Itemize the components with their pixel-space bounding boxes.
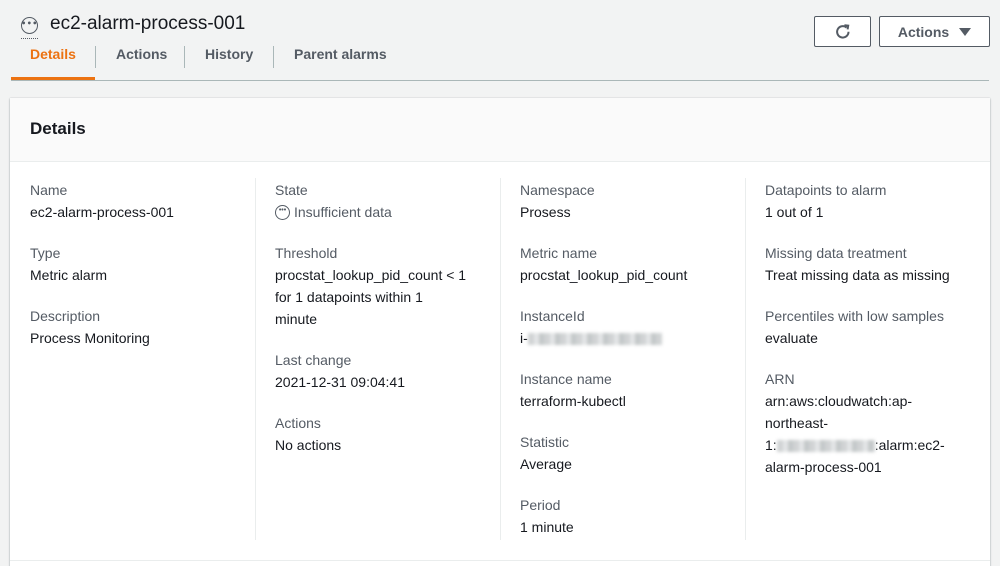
metric-name-field: Metric name procstat_lookup_pid_count	[520, 243, 750, 286]
tab-details[interactable]: Details	[30, 46, 76, 62]
field-label: Datapoints to alarm	[765, 182, 887, 198]
last-change-value: 2021-12-31 09:04:41	[275, 374, 405, 390]
redacted-instance-id	[527, 333, 662, 346]
percentiles-field: Percentiles with low samples evaluate	[765, 306, 995, 349]
threshold-line: procstat_lookup_pid_count < 1	[275, 267, 467, 283]
field-label: Type	[30, 245, 61, 261]
type-value: Metric alarm	[30, 267, 108, 283]
namespace-field: Namespace Prosess	[520, 180, 750, 223]
refresh-icon	[835, 23, 850, 39]
type-field: Type Metric alarm	[30, 243, 260, 286]
field-label: Statistic	[520, 434, 570, 450]
caret-down-icon	[959, 27, 972, 36]
field-label: Period	[520, 497, 561, 513]
active-tab-indicator	[11, 77, 95, 80]
statistic-value: Average	[520, 456, 572, 472]
details-panel: Details Name ec2-alarm-process-001 Type …	[10, 98, 990, 566]
column-divider	[500, 178, 501, 540]
namespace-value: Prosess	[520, 204, 571, 220]
threshold-line: minute	[275, 311, 318, 327]
missing-data-field: Missing data treatment Treat missing dat…	[765, 243, 995, 286]
column-divider	[745, 178, 746, 540]
panel-divider	[10, 560, 990, 561]
state-text: Insufficient data	[294, 204, 392, 220]
page-title: ec2-alarm-process-001	[50, 13, 246, 34]
field-label: Namespace	[520, 182, 595, 198]
field-label: Description	[30, 308, 101, 324]
field-label: Actions	[275, 415, 321, 431]
threshold-line: for 1 datapoints within 1	[275, 289, 423, 305]
field-label: Instance name	[520, 371, 612, 387]
field-label: Percentiles with low samples	[765, 308, 944, 324]
actions-button-label: Actions	[897, 23, 950, 40]
instance-id-prefix: i-	[520, 330, 528, 346]
details-column-4: Datapoints to alarm 1 out of 1 Missing d…	[765, 180, 995, 498]
tab-parent-alarms[interactable]: Parent alarms	[294, 46, 387, 62]
name-field: Name ec2-alarm-process-001	[30, 180, 260, 223]
tab-divider	[273, 46, 274, 68]
threshold-field: Threshold procstat_lookup_pid_count < 1 …	[275, 243, 505, 330]
datapoints-value: 1 out of 1	[765, 204, 824, 220]
alarm-name-value: ec2-alarm-process-001	[30, 204, 174, 220]
tab-divider	[184, 46, 185, 68]
details-heading: Details	[30, 119, 86, 138]
field-label: Metric name	[520, 245, 598, 261]
period-field: Period 1 minute	[520, 495, 750, 538]
details-column-2: State ••• Insufficient data Threshold pr…	[275, 180, 505, 476]
arn-line: northeast-	[765, 415, 829, 431]
arn-value: arn:aws:cloudwatch:ap- northeast- 1: :ala…	[765, 390, 995, 478]
description-field: Description Process Monitoring	[30, 306, 260, 349]
field-label: InstanceId	[520, 308, 585, 324]
last-change-field: Last change 2021-12-31 09:04:41	[275, 350, 505, 393]
instance-name-field: Instance name terraform-kubectl	[520, 369, 750, 412]
details-column-1: Name ec2-alarm-process-001 Type Metric a…	[30, 180, 260, 369]
arn-line-prefix: 1:	[765, 437, 777, 453]
field-label: Name	[30, 182, 68, 198]
arn-line: 1: :alarm:ec2-	[765, 434, 995, 456]
instance-id-field: InstanceId i-	[520, 306, 750, 349]
percentiles-value: evaluate	[765, 330, 818, 346]
field-label: State	[275, 182, 308, 198]
actions-field: Actions No actions	[275, 413, 505, 456]
tab-actions[interactable]: Actions	[116, 46, 167, 62]
insufficient-data-icon: •••	[275, 204, 290, 220]
threshold-value: procstat_lookup_pid_count < 1 for 1 data…	[275, 264, 505, 330]
details-column-3: Namespace Prosess Metric name procstat_l…	[520, 180, 750, 558]
tab-bar: Details Actions History Parent alarms	[11, 40, 989, 81]
page-header: ••• ec2-alarm-process-001 Actions Detail…	[0, 0, 1000, 82]
redacted-account-id	[776, 440, 875, 453]
arn-line: arn:aws:cloudwatch:ap-	[765, 393, 913, 409]
details-panel-header: Details	[10, 98, 990, 162]
instance-name-value: terraform-kubectl	[520, 393, 626, 409]
arn-line: alarm-process-001	[765, 459, 882, 475]
arn-field: ARN arn:aws:cloudwatch:ap- northeast- 1:…	[765, 369, 995, 478]
insufficient-data-icon: •••	[21, 17, 38, 39]
statistic-field: Statistic Average	[520, 432, 750, 475]
state-value: ••• Insufficient data	[275, 201, 505, 223]
field-label: Missing data treatment	[765, 245, 907, 261]
tab-divider	[95, 46, 96, 68]
field-label: Last change	[275, 352, 352, 368]
column-divider	[255, 178, 256, 540]
actions-value: No actions	[275, 437, 342, 453]
field-label: ARN	[765, 371, 795, 387]
tab-history[interactable]: History	[205, 46, 253, 62]
metric-name-value: procstat_lookup_pid_count	[520, 267, 688, 283]
description-value: Process Monitoring	[30, 330, 150, 346]
missing-data-value: Treat missing data as missing	[765, 267, 950, 283]
field-label: Threshold	[275, 245, 338, 261]
period-value: 1 minute	[520, 519, 574, 535]
state-field: State ••• Insufficient data	[275, 180, 505, 223]
datapoints-field: Datapoints to alarm 1 out of 1	[765, 180, 995, 223]
arn-line-suffix: :alarm:ec2-	[874, 437, 945, 453]
instance-id-value: i-	[520, 327, 750, 349]
